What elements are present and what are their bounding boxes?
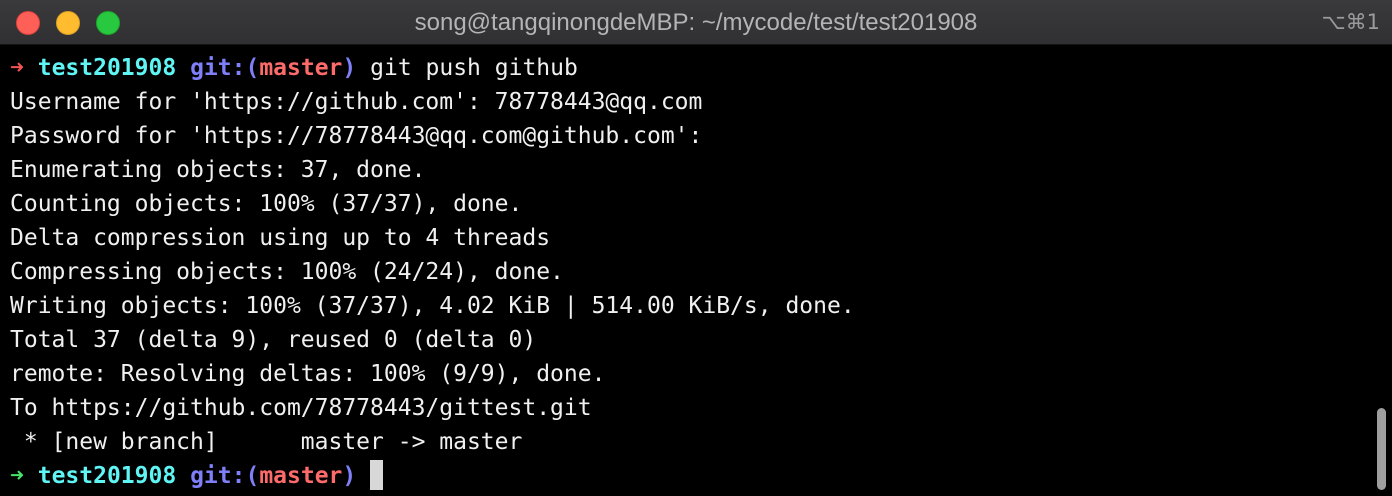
prompt-directory: test201908 [37,463,177,489]
output-line: Password for 'https://78778443@qq.com@gi… [10,123,703,149]
prompt-arrow-icon: ➜ [10,55,24,81]
scrollbar[interactable] [1377,408,1386,490]
command-text: git push github [370,55,578,81]
output-line: Enumerating objects: 37, done. [10,157,426,183]
git-label: git:( [190,463,260,489]
output-line: Username for 'https://github.com': 78778… [10,89,703,115]
output-line: Compressing objects: 100% (24/24), done. [10,259,564,285]
prompt-directory: test201908 [37,55,177,81]
git-label-close: ) [342,55,357,81]
terminal-output[interactable]: ➜ test201908 git:(master) git push githu… [10,51,1370,493]
output-line: Delta compression using up to 4 threads [10,225,551,251]
prompt-arrow-icon: ➜ [10,463,24,489]
output-line: To https://github.com/78778443/gittest.g… [10,395,592,421]
output-line: Writing objects: 100% (37/37), 4.02 KiB … [10,293,855,319]
title-bar[interactable]: song@tangqinongdeMBP: ~/mycode/test/test… [0,0,1392,45]
output-line: Total 37 (delta 9), reused 0 (delta 0) [10,327,537,353]
terminal-window: song@tangqinongdeMBP: ~/mycode/test/test… [0,0,1392,496]
prompt-line[interactable]: ➜ test201908 git:(master) [10,459,1370,493]
git-label: git:( [190,55,260,81]
output-line: Counting objects: 100% (37/37), done. [10,191,523,217]
output-line: * [new branch] master -> master [10,429,523,455]
window-shortcut: ⌥⌘1 [1321,10,1380,34]
git-branch: master [259,55,343,81]
text-cursor [370,459,384,490]
output-line: remote: Resolving deltas: 100% (9/9), do… [10,361,606,387]
prompt-line: ➜ test201908 git:(master) git push githu… [10,51,1370,85]
git-label-close: ) [342,463,357,489]
git-branch: master [259,463,343,489]
window-title: song@tangqinongdeMBP: ~/mycode/test/test… [414,9,978,36]
